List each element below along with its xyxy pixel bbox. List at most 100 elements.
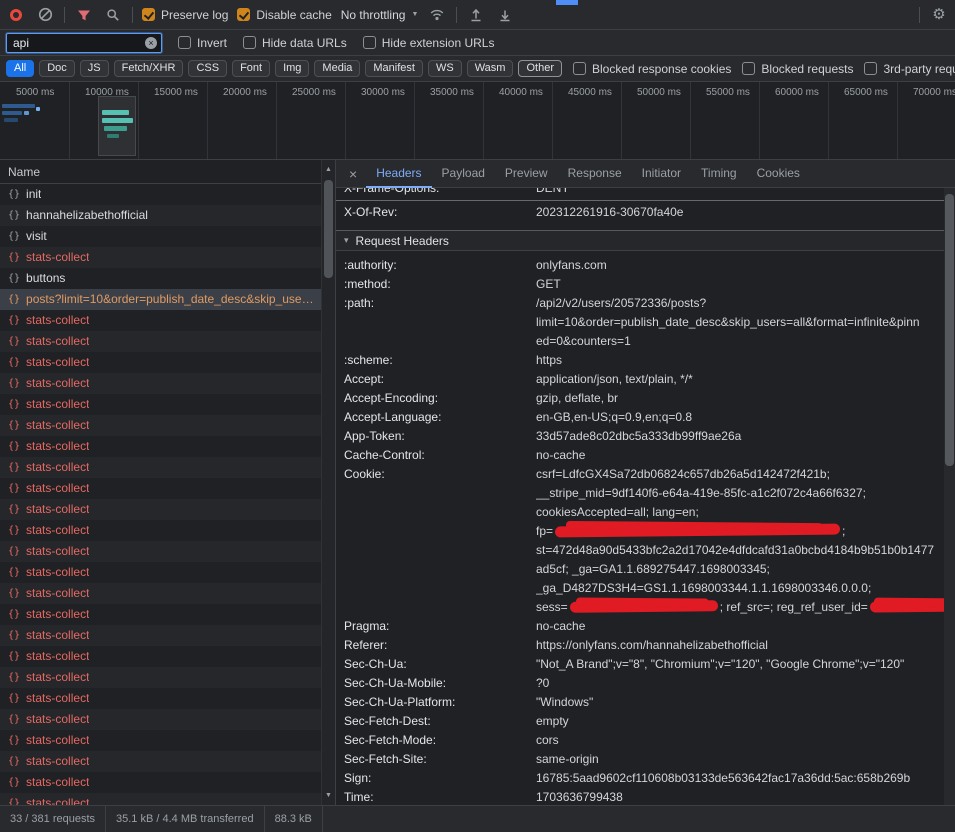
tab-cookies[interactable]: Cookies (747, 160, 810, 188)
json-file-icon: {} (8, 226, 20, 247)
type-filter-wasm[interactable]: Wasm (467, 60, 514, 77)
type-filter-ws[interactable]: WS (428, 60, 462, 77)
request-row[interactable]: {}stats-collect (0, 688, 335, 709)
clear-filter-icon[interactable]: × (145, 37, 157, 49)
scroll-up-icon[interactable]: ▲ (322, 166, 335, 173)
throttling-select[interactable]: No throttling ▼ (341, 8, 419, 22)
request-row[interactable]: {}stats-collect (0, 730, 335, 751)
type-filter-css[interactable]: CSS (188, 60, 227, 77)
request-row[interactable]: {}stats-collect (0, 793, 335, 805)
type-filter-img[interactable]: Img (275, 60, 309, 77)
type-filter-media[interactable]: Media (314, 60, 360, 77)
json-file-icon: {} (8, 604, 20, 625)
waterfall-bar (102, 110, 129, 115)
import-har-button[interactable] (466, 5, 486, 25)
blocked-requests-toggle[interactable]: Blocked requests (742, 62, 853, 76)
preserve-log-checkbox[interactable] (142, 8, 155, 21)
request-name: stats-collect (26, 646, 89, 667)
disable-cache-toggle[interactable]: Disable cache (237, 8, 331, 22)
request-row[interactable]: {}stats-collect (0, 415, 335, 436)
blocked-response-cookies-checkbox[interactable] (573, 62, 586, 75)
request-row[interactable]: {}stats-collect (0, 520, 335, 541)
funnel-icon (77, 8, 91, 22)
request-row[interactable]: {}stats-collect (0, 478, 335, 499)
request-row[interactable]: {}posts?limit=10&order=publish_date_desc… (0, 289, 335, 310)
third-party-requests-toggle[interactable]: 3rd-party requests (864, 62, 955, 76)
type-filter-fetch-xhr[interactable]: Fetch/XHR (114, 60, 184, 77)
hide-extension-urls-checkbox[interactable] (363, 36, 376, 49)
request-row[interactable]: {}stats-collect (0, 247, 335, 268)
header-value: ?0 (536, 674, 944, 693)
request-row[interactable]: {}stats-collect (0, 709, 335, 730)
request-row[interactable]: {}stats-collect (0, 331, 335, 352)
header-value: cors (536, 731, 944, 750)
request-row[interactable]: {}stats-collect (0, 310, 335, 331)
request-row[interactable]: {}stats-collect (0, 457, 335, 478)
tab-timing[interactable]: Timing (691, 160, 747, 188)
type-filter-font[interactable]: Font (232, 60, 270, 77)
timeline-gridline (483, 82, 484, 159)
request-list-scrollbar[interactable]: ▲ ▼ (321, 160, 335, 805)
tab-preview[interactable]: Preview (495, 160, 558, 188)
request-row[interactable]: {}hannahelizabethofficial (0, 205, 335, 226)
tab-payload[interactable]: Payload (432, 160, 495, 188)
type-filter-js[interactable]: JS (80, 60, 109, 77)
tab-initiator[interactable]: Initiator (632, 160, 691, 188)
header-value-line: no-cache (536, 446, 944, 465)
blocked-requests-checkbox[interactable] (742, 62, 755, 75)
header-value: onlyfans.com (536, 256, 944, 275)
network-conditions-button[interactable] (427, 5, 447, 25)
request-row[interactable]: {}stats-collect (0, 625, 335, 646)
third-party-requests-label: 3rd-party requests (883, 62, 955, 76)
scrollbar-thumb[interactable] (324, 180, 333, 278)
request-row[interactable]: {}stats-collect (0, 562, 335, 583)
hide-data-urls-checkbox[interactable] (243, 36, 256, 49)
filter-toggle-button[interactable] (74, 5, 94, 25)
type-filter-all[interactable]: All (6, 60, 34, 77)
invert-toggle[interactable]: Invert (178, 36, 227, 50)
type-filter-manifest[interactable]: Manifest (365, 60, 423, 77)
tab-headers[interactable]: Headers (366, 160, 431, 188)
request-row[interactable]: {}stats-collect (0, 373, 335, 394)
request-row[interactable]: {}stats-collect (0, 352, 335, 373)
request-headers-section[interactable]: ▾ Request Headers (336, 230, 944, 251)
detail-scrollbar[interactable] (944, 188, 955, 805)
preserve-log-toggle[interactable]: Preserve log (142, 8, 228, 22)
request-row[interactable]: {}stats-collect (0, 751, 335, 772)
record-button[interactable] (6, 5, 26, 25)
request-row[interactable]: {}stats-collect (0, 604, 335, 625)
request-row[interactable]: {}stats-collect (0, 772, 335, 793)
hide-data-urls-toggle[interactable]: Hide data URLs (243, 36, 347, 50)
network-filter-input[interactable] (6, 33, 162, 53)
close-detail-button[interactable]: × (340, 166, 366, 182)
search-button[interactable] (103, 5, 123, 25)
clear-network-log-button[interactable] (35, 5, 55, 25)
request-row[interactable]: {}stats-collect (0, 499, 335, 520)
request-row[interactable]: {}stats-collect (0, 667, 335, 688)
request-name: stats-collect (26, 793, 89, 805)
name-column-header[interactable]: Name (0, 160, 335, 184)
request-row[interactable]: {}stats-collect (0, 541, 335, 562)
request-row[interactable]: {}init (0, 184, 335, 205)
disable-cache-checkbox[interactable] (237, 8, 250, 21)
request-row[interactable]: {}stats-collect (0, 394, 335, 415)
third-party-requests-checkbox[interactable] (864, 62, 877, 75)
header-value-line: 16785:5aad9602cf110608b03133de563642fac1… (536, 769, 944, 788)
tab-response[interactable]: Response (558, 160, 632, 188)
blocked-response-cookies-toggle[interactable]: Blocked response cookies (573, 62, 731, 76)
type-filter-other[interactable]: Other (518, 60, 562, 77)
request-row[interactable]: {}visit (0, 226, 335, 247)
hide-extension-urls-toggle[interactable]: Hide extension URLs (363, 36, 495, 50)
export-har-button[interactable] (495, 5, 515, 25)
request-row[interactable]: {}stats-collect (0, 583, 335, 604)
scroll-down-icon[interactable]: ▼ (322, 792, 335, 799)
invert-checkbox[interactable] (178, 36, 191, 49)
request-row[interactable]: {}stats-collect (0, 646, 335, 667)
request-row[interactable]: {}buttons (0, 268, 335, 289)
scrollbar-thumb[interactable] (945, 194, 954, 466)
request-name: stats-collect (26, 394, 89, 415)
request-row[interactable]: {}stats-collect (0, 436, 335, 457)
settings-button[interactable]: ⚙ (929, 5, 949, 25)
timeline-overview[interactable]: 5000 ms10000 ms15000 ms20000 ms25000 ms3… (0, 82, 955, 160)
type-filter-doc[interactable]: Doc (39, 60, 75, 77)
